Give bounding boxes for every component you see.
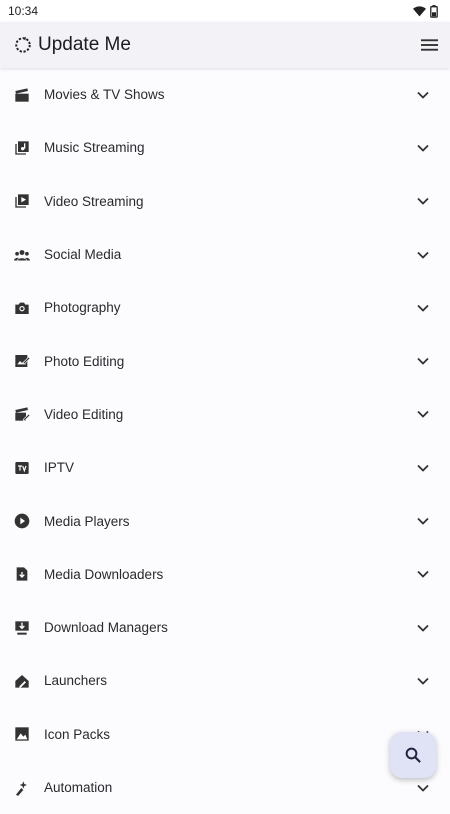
chevron-down-icon[interactable] — [416, 621, 430, 635]
category-social-media[interactable]: Social Media — [0, 228, 450, 281]
category-music-streaming[interactable]: Music Streaming — [0, 121, 450, 174]
chevron-down-icon[interactable] — [416, 781, 430, 795]
category-list: Movies & TV Shows Music Streaming Video … — [0, 68, 450, 814]
category-label: Photo Editing — [44, 353, 125, 369]
update-logo-icon — [14, 36, 32, 54]
video-library-icon — [14, 193, 30, 209]
chevron-down-icon[interactable] — [416, 88, 430, 102]
category-video-streaming[interactable]: Video Streaming — [0, 175, 450, 228]
chevron-down-icon[interactable] — [416, 354, 430, 368]
category-media-players[interactable]: Media Players — [0, 494, 450, 547]
chevron-down-icon[interactable] — [416, 567, 430, 581]
chevron-down-icon[interactable] — [416, 194, 430, 208]
launcher-icon — [14, 673, 30, 689]
chevron-down-icon[interactable] — [416, 301, 430, 315]
category-photo-editing[interactable]: Photo Editing — [0, 334, 450, 387]
tv-icon — [14, 460, 30, 476]
chevron-down-icon[interactable] — [416, 407, 430, 421]
download-to-screen-icon — [14, 620, 30, 636]
category-media-downloaders[interactable]: Media Downloaders — [0, 548, 450, 601]
category-label: Download Managers — [44, 620, 168, 636]
video-edit-icon — [14, 406, 30, 422]
category-launchers[interactable]: Launchers — [0, 654, 450, 707]
app-bar: Update Me — [0, 22, 450, 68]
file-download-icon — [14, 566, 30, 582]
category-download-managers[interactable]: Download Managers — [0, 601, 450, 654]
category-icon-packs[interactable]: Icon Packs — [0, 708, 450, 761]
chevron-down-icon[interactable] — [416, 514, 430, 528]
category-video-editing[interactable]: Video Editing — [0, 388, 450, 441]
category-label: Automation — [44, 780, 113, 795]
play-circle-icon — [14, 513, 30, 529]
category-label: Media Downloaders — [44, 566, 164, 582]
people-icon — [14, 247, 30, 263]
chevron-down-icon[interactable] — [416, 141, 430, 155]
photo-edit-icon — [14, 353, 30, 369]
category-iptv[interactable]: IPTV — [0, 441, 450, 494]
category-label: Movies & TV Shows — [44, 87, 165, 103]
search-icon — [404, 746, 422, 764]
chevron-down-icon[interactable] — [416, 461, 430, 475]
category-label: Video Streaming — [44, 193, 144, 209]
battery-icon — [430, 4, 438, 18]
clapperboard-icon — [14, 87, 30, 103]
category-movies-tv-shows[interactable]: Movies & TV Shows — [0, 68, 450, 121]
chevron-down-icon[interactable] — [416, 248, 430, 262]
camera-icon — [14, 300, 30, 316]
app-brand: Update Me — [14, 34, 131, 56]
category-automation[interactable]: Automation — [0, 761, 450, 814]
category-photography[interactable]: Photography — [0, 281, 450, 334]
automation-icon — [14, 780, 30, 796]
menu-icon[interactable] — [421, 38, 438, 52]
category-label: Video Editing — [44, 406, 124, 422]
category-label: Music Streaming — [44, 140, 145, 156]
status-bar: 10:34 — [0, 0, 450, 22]
category-label: Photography — [44, 300, 121, 316]
status-icons — [413, 4, 438, 18]
chevron-down-icon[interactable] — [416, 674, 430, 688]
category-label: Launchers — [44, 673, 108, 689]
music-library-icon — [14, 140, 30, 156]
search-fab[interactable] — [390, 732, 436, 778]
category-label: IPTV — [44, 460, 75, 476]
status-time: 10:34 — [8, 4, 39, 18]
wifi-icon — [413, 5, 426, 17]
category-label: Media Players — [44, 513, 130, 529]
app-title: Update Me — [38, 34, 131, 55]
category-label: Icon Packs — [44, 726, 111, 742]
category-label: Social Media — [44, 247, 122, 263]
image-icon — [14, 726, 30, 742]
